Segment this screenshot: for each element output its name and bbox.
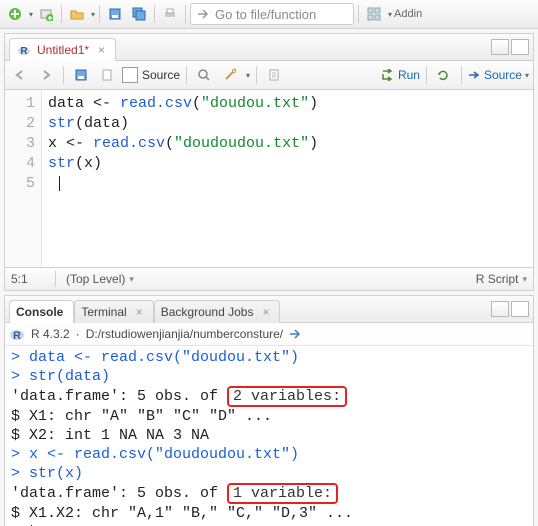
run-button[interactable]: Run [382, 68, 420, 82]
source-button[interactable]: Source ▾ [468, 68, 529, 82]
source-tabstrip: R Untitled1* × [5, 34, 533, 61]
code-area[interactable]: data <- read.csv("doudou.txt")str(data)x… [42, 90, 324, 267]
addins-button[interactable]: Addin [394, 8, 422, 20]
separator [63, 66, 64, 84]
code-editor[interactable]: 12345 data <- read.csv("doudou.txt")str(… [5, 90, 533, 267]
chevron-down-icon[interactable]: ▾ [388, 10, 392, 19]
rerun-button[interactable] [433, 64, 455, 86]
separator [461, 66, 462, 84]
console-tabstrip: Console Terminal× Background Jobs× [5, 296, 533, 323]
chevron-down-icon[interactable]: ▾ [246, 71, 250, 80]
tab-filename: Untitled1* [37, 43, 89, 57]
separator [55, 271, 56, 287]
forward-button[interactable] [35, 64, 57, 86]
save-all-button[interactable] [128, 3, 150, 25]
app-toolbar: ▾ ▾ Go to file/function ▾ Addin [0, 0, 538, 29]
code-tools-button[interactable] [219, 64, 241, 86]
console-output[interactable]: > data <- read.csv("doudou.txt")> str(da… [5, 346, 533, 526]
report-button[interactable] [263, 64, 285, 86]
r-logo-icon: R [9, 326, 25, 342]
svg-text:R: R [13, 330, 21, 342]
maximize-panel-button[interactable] [511, 39, 529, 55]
save-button[interactable] [104, 3, 126, 25]
chevron-down-icon: ▾ [525, 71, 529, 80]
print-button[interactable] [159, 3, 181, 25]
console-panel: Console Terminal× Background Jobs× R R 4… [4, 295, 534, 526]
open-file-button[interactable] [66, 3, 88, 25]
separator [61, 5, 62, 23]
line-gutter: 12345 [5, 90, 42, 267]
tab-terminal[interactable]: Terminal× [74, 300, 153, 323]
minimize-panel-button[interactable] [491, 301, 509, 317]
separator [256, 66, 257, 84]
source-btn-label: Source [484, 68, 522, 82]
tab-background-jobs[interactable]: Background Jobs× [154, 300, 281, 323]
save-source-button[interactable] [70, 64, 92, 86]
r-version: R 4.3.2 [31, 327, 70, 341]
source-statusbar: 5:1 (Top Level) ▾ R Script ▾ [5, 267, 533, 290]
panel-window-controls [491, 39, 529, 55]
tab-untitled[interactable]: R Untitled1* × [9, 38, 116, 61]
tab-console[interactable]: Console [9, 300, 74, 323]
back-button[interactable] [9, 64, 31, 86]
chevron-down-icon[interactable]: ▾ [29, 10, 33, 19]
separator [426, 66, 427, 84]
separator [185, 5, 186, 23]
r-file-icon: R [16, 42, 32, 58]
cwd-sep: · [76, 327, 80, 341]
lang-selector[interactable]: R Script ▾ [476, 272, 527, 286]
svg-text:R: R [20, 46, 28, 57]
separator [99, 5, 100, 23]
separator [154, 5, 155, 23]
close-icon[interactable]: × [98, 43, 105, 57]
source-on-save-label: Source [142, 68, 180, 82]
panel-window-controls [491, 301, 529, 317]
new-project-button[interactable] [35, 3, 57, 25]
grid-icon[interactable] [363, 3, 385, 25]
goto-placeholder: Go to file/function [215, 7, 316, 22]
scope-selector[interactable]: (Top Level) ▾ [66, 272, 134, 286]
chevron-down-icon[interactable]: ▾ [91, 10, 95, 19]
close-icon[interactable]: × [262, 305, 269, 319]
console-header: R R 4.3.2 · D:/rstudiowenjianjia/numberc… [5, 323, 533, 346]
separator [186, 66, 187, 84]
minimize-panel-button[interactable] [491, 39, 509, 55]
goto-file-function-input[interactable]: Go to file/function [190, 3, 354, 25]
goto-dir-icon[interactable] [289, 328, 301, 340]
goto-arrow-icon [197, 8, 209, 20]
new-file-button[interactable] [4, 3, 26, 25]
source-panel: R Untitled1* × Source ▾ [4, 33, 534, 291]
panels: R Untitled1* × Source ▾ [0, 29, 538, 526]
close-icon[interactable]: × [136, 305, 143, 319]
run-label: Run [398, 68, 420, 82]
find-button[interactable] [193, 64, 215, 86]
cursor-position[interactable]: 5:1 [11, 272, 45, 286]
source-toolbar: Source ▾ Run Source ▾ [5, 61, 533, 90]
working-dir[interactable]: D:/rstudiowenjianjia/numberconsture/ [86, 327, 283, 341]
separator [358, 5, 359, 23]
source-on-save-checkbox[interactable] [122, 67, 138, 83]
maximize-panel-button[interactable] [511, 301, 529, 317]
show-document-button[interactable] [96, 64, 118, 86]
